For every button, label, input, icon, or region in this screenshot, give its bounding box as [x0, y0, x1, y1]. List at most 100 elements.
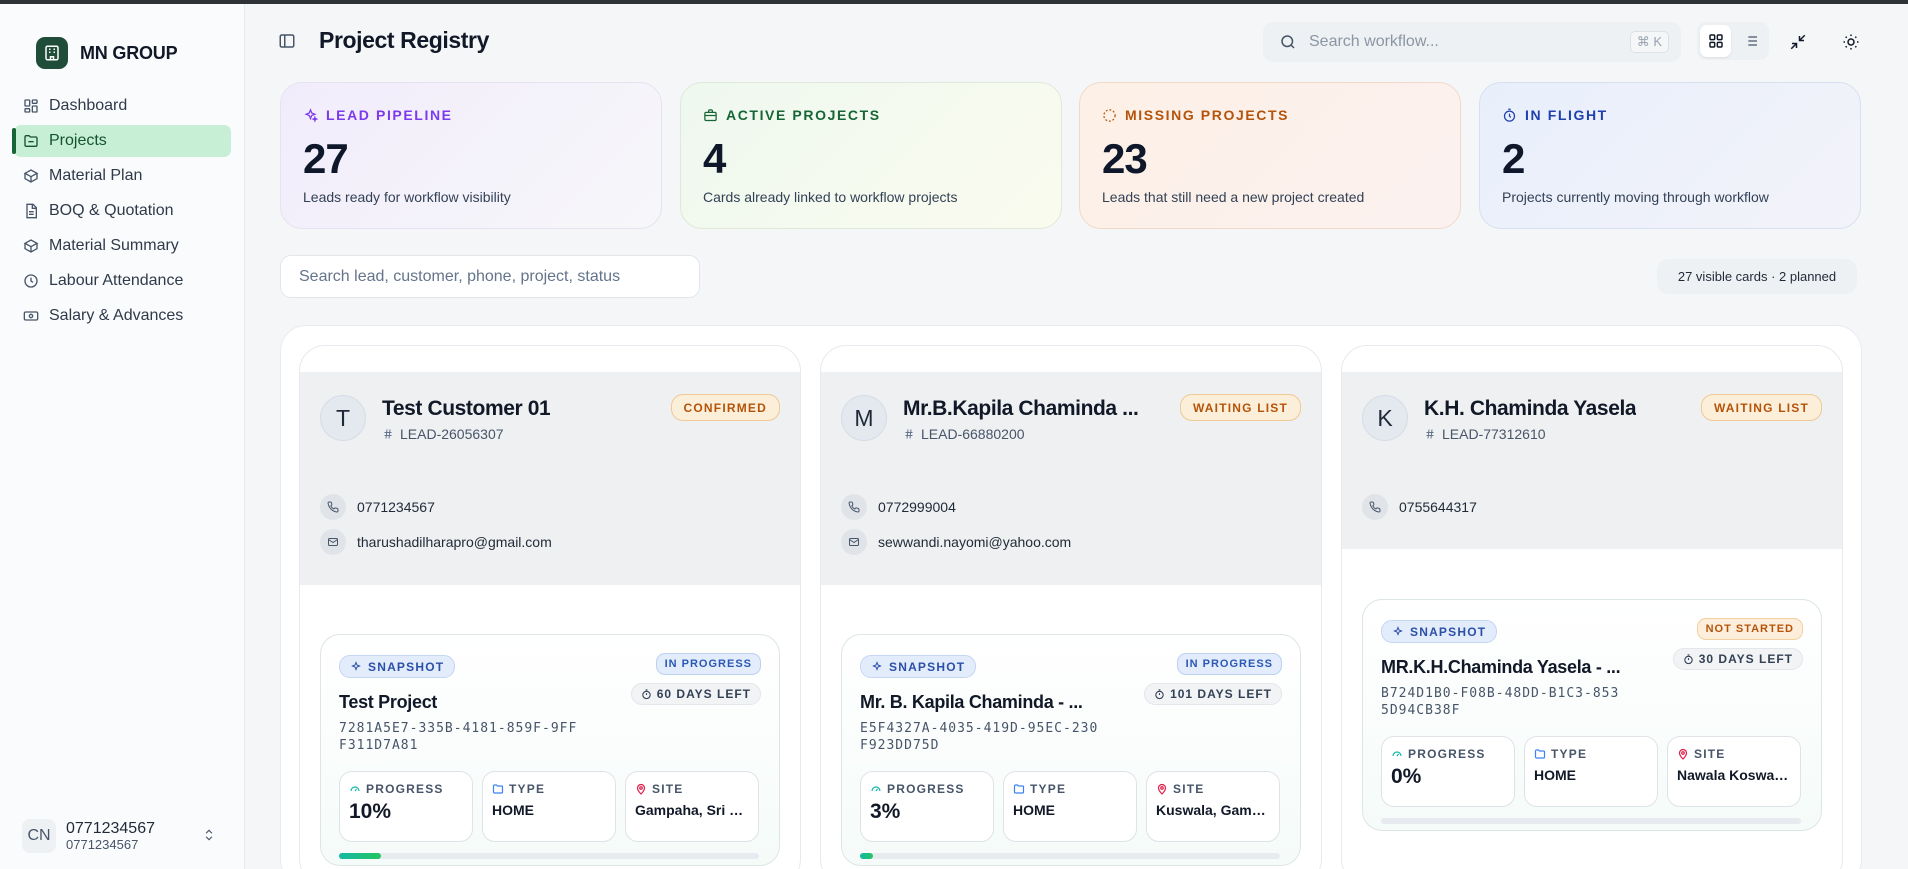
lead-card[interactable]: K K.H. Chaminda Yasela LEAD-77312610 WAI…: [1341, 345, 1843, 869]
lead-status-badge: WAITING LIST: [1179, 394, 1301, 421]
stat-value: 27: [303, 135, 349, 182]
progress-value: 3%: [870, 800, 901, 823]
brand[interactable]: MN GROUP: [36, 37, 178, 69]
gauge-icon: [871, 786, 881, 792]
stat-card-lead-pipeline: LEAD PIPELINE 27 Leads ready for workflo…: [280, 82, 662, 229]
money-icon: [23, 311, 39, 321]
clock-icon: [24, 274, 38, 288]
project-snapshot[interactable]: SNAPSHOT IN PROGRESS 60 DAYS LEFT Test P…: [320, 634, 780, 866]
hash-icon: [905, 429, 913, 439]
type-tile: TYPE HOME: [1524, 736, 1658, 807]
type-value: HOME: [1534, 767, 1576, 783]
progress-bar: [339, 853, 759, 859]
folder-icon: [1534, 749, 1546, 759]
timer-icon: [1684, 653, 1693, 664]
progress-tile: PROGRESS 0%: [1381, 736, 1515, 807]
sparkles-icon: [1393, 625, 1403, 636]
cube-icon: [23, 239, 39, 253]
project-name: Test Project: [339, 692, 438, 712]
search-icon: [1281, 35, 1295, 49]
brand-logo-icon: [36, 37, 68, 69]
progress-value: 10%: [349, 800, 392, 823]
stat-description: Leads ready for workflow visibility: [303, 189, 511, 205]
lead-status-badge: WAITING LIST: [1700, 394, 1822, 421]
lead-phone: 0772999004: [841, 494, 956, 520]
toggle-sidebar-button[interactable]: [278, 32, 296, 55]
type-value: HOME: [1013, 802, 1055, 818]
site-value: Nawala Koswatt...: [1677, 767, 1791, 783]
lead-card-header: T Test Customer 01 LEAD-26056307 CONFIRM…: [300, 372, 800, 585]
visible-cards-summary: 27 visible cards · 2 planned: [1657, 259, 1857, 294]
lead-avatar: K: [1362, 395, 1408, 441]
search-input[interactable]: Search workflow...: [1309, 33, 1439, 51]
stat-description: Leads that still need a new project crea…: [1102, 189, 1365, 205]
stat-description: Projects currently moving through workfl…: [1502, 189, 1769, 205]
lead-card-header: K K.H. Chaminda Yasela LEAD-77312610 WAI…: [1342, 372, 1842, 549]
minimize-icon: [1790, 34, 1806, 50]
sidebar-item-label: Material Summary: [49, 237, 179, 254]
stat-label: MISSING PROJECTS: [1125, 107, 1290, 123]
project-uuid: 7281A5E7-335B-4181-859F-9FFF311D7A81: [339, 721, 578, 753]
map-pin-icon: [1157, 783, 1167, 795]
phone-icon: [327, 501, 339, 513]
map-pin-icon: [636, 783, 646, 795]
project-status-badge: IN PROGRESS: [1176, 653, 1282, 675]
sidebar-item-boq-quotation[interactable]: BOQ & Quotation: [14, 195, 231, 227]
sidebar-item-label: Labour Attendance: [49, 272, 184, 289]
site-tile: SITE Kuswala, Gamp...: [1146, 771, 1280, 842]
days-left-badge: 101 DAYS LEFT: [1144, 683, 1282, 705]
folder-icon: [1013, 784, 1025, 794]
sidebar-item-labour-attendance[interactable]: Labour Attendance: [14, 265, 231, 297]
mail-icon: [328, 538, 338, 546]
folder-icon: [24, 135, 38, 147]
lead-name: Mr.B.Kapila Chaminda ...: [903, 397, 1139, 420]
progress-value: 0%: [1391, 765, 1422, 788]
sidebar-nav: Dashboard Projects Material Plan BOQ & Q…: [12, 90, 231, 335]
snapshot-tag: SNAPSHOT: [860, 655, 977, 678]
grid-view-button[interactable]: [1700, 25, 1731, 57]
lead-avatar: T: [320, 395, 366, 441]
user-menu[interactable]: CN 0771234567 0771234567: [22, 817, 228, 855]
theme-toggle-button[interactable]: [1839, 30, 1863, 54]
sidebar: MN GROUP Dashboard Projects Material Pla…: [0, 4, 245, 869]
sidebar-item-material-summary[interactable]: Material Summary: [14, 230, 231, 262]
timer-icon: [1155, 688, 1164, 699]
lead-search-input[interactable]: [280, 255, 700, 298]
grid-icon: [1708, 34, 1723, 48]
briefcase-icon: [704, 108, 717, 121]
chevrons-up-down-icon[interactable]: [202, 827, 216, 843]
lead-card[interactable]: M Mr.B.Kapila Chaminda ... LEAD-66880200…: [820, 345, 1322, 869]
lead-card-header: M Mr.B.Kapila Chaminda ... LEAD-66880200…: [821, 372, 1321, 585]
document-icon: [26, 203, 37, 219]
timer-icon: [642, 688, 651, 699]
sidebar-item-label: Dashboard: [49, 97, 128, 114]
hash-icon: [1426, 429, 1434, 439]
gauge-icon: [1392, 751, 1402, 757]
stat-card-in-flight: IN FLIGHT 2 Projects currently moving th…: [1479, 82, 1861, 229]
lead-id: LEAD-77312610: [1424, 426, 1546, 442]
stat-card-active-projects: ACTIVE PROJECTS 4 Cards already linked t…: [680, 82, 1062, 229]
collapse-button[interactable]: [1786, 30, 1810, 54]
project-uuid: B724D1B0-F08B-48DD-B1C3-8535D94CB38F: [1381, 686, 1620, 718]
sidebar-item-label: Material Plan: [49, 167, 143, 184]
sidebar-item-salary-advances[interactable]: Salary & Advances: [14, 300, 231, 332]
sidebar-item-material-plan[interactable]: Material Plan: [14, 160, 231, 192]
lead-name: K.H. Chaminda Yasela: [1424, 397, 1637, 420]
sidebar-toggle-icon: [279, 34, 295, 48]
list-view-button[interactable]: [1735, 25, 1766, 57]
folder-icon: [492, 784, 504, 794]
site-value: Gampaha, Sri La...: [635, 802, 749, 818]
workflow-search[interactable]: Search workflow... ⌘ K: [1263, 22, 1681, 62]
lead-card[interactable]: T Test Customer 01 LEAD-26056307 CONFIRM…: [299, 345, 801, 869]
type-tile: TYPE HOME: [1003, 771, 1137, 842]
sidebar-item-projects[interactable]: Projects: [12, 125, 231, 157]
box-icon: [23, 169, 39, 183]
sidebar-item-dashboard[interactable]: Dashboard: [14, 90, 231, 122]
lead-phone: 0755644317: [1362, 494, 1477, 520]
project-snapshot[interactable]: SNAPSHOT IN PROGRESS 101 DAYS LEFT Mr. B…: [841, 634, 1301, 866]
lead-status-badge: CONFIRMED: [670, 394, 780, 421]
stat-label: LEAD PIPELINE: [326, 107, 453, 123]
stat-card-missing-projects: MISSING PROJECTS 23 Leads that still nee…: [1079, 82, 1461, 229]
project-snapshot[interactable]: SNAPSHOT NOT STARTED 30 DAYS LEFT MR.K.H…: [1362, 599, 1822, 831]
user-name: 0771234567: [66, 820, 155, 838]
